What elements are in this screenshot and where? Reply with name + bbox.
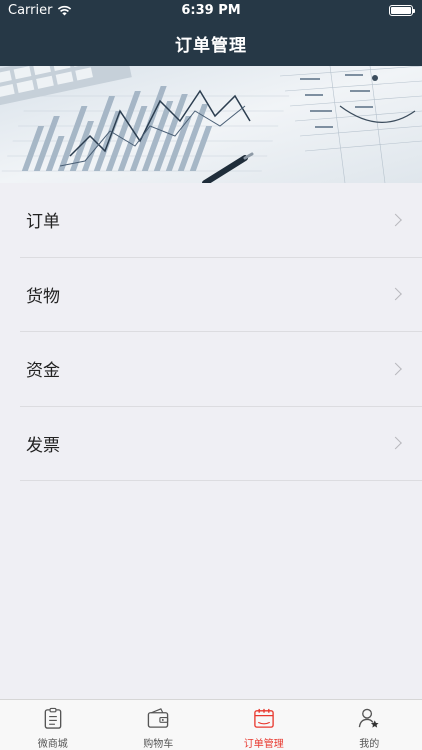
chevron-right-icon <box>389 287 402 301</box>
menu-item-orders[interactable]: 订单 <box>20 183 422 258</box>
chevron-right-icon <box>389 213 402 227</box>
wallet-icon <box>147 708 169 728</box>
tab-label: 微商城 <box>37 739 68 750</box>
menu-item-funds[interactable]: 资金 <box>20 332 422 407</box>
menu-item-label: 资金 <box>26 361 60 382</box>
calendar-icon <box>253 708 274 728</box>
clipboard-icon <box>44 707 62 729</box>
tab-bar: 微商城 购物车 订单管理 我的 <box>0 699 422 750</box>
menu-item-invoices[interactable]: 发票 <box>20 407 422 481</box>
menu-item-label: 订单 <box>26 212 60 233</box>
tab-micro-mall[interactable]: 微商城 <box>0 700 106 750</box>
tab-label: 购物车 <box>143 739 174 750</box>
tab-order-management[interactable]: 订单管理 <box>211 700 317 750</box>
tab-label: 我的 <box>359 739 380 750</box>
page-title: 订单管理 <box>175 36 247 56</box>
status-bar: Carrier 6:39 PM <box>0 0 422 22</box>
status-time: 6:39 PM <box>181 3 241 18</box>
chevron-right-icon <box>389 362 402 376</box>
banner-image <box>0 66 422 183</box>
chevron-right-icon <box>389 436 402 450</box>
menu-item-label: 发票 <box>26 435 60 456</box>
user-star-icon <box>359 708 379 728</box>
order-menu-list: 订单 货物 资金 发票 <box>0 183 422 481</box>
battery-icon <box>389 5 415 16</box>
financial-chart-illustration <box>0 66 422 183</box>
menu-item-goods[interactable]: 货物 <box>20 258 422 332</box>
menu-item-label: 货物 <box>26 286 60 307</box>
tab-mine[interactable]: 我的 <box>317 700 422 750</box>
app-header: Carrier 6:39 PM 订单管理 <box>0 0 422 66</box>
tab-cart[interactable]: 购物车 <box>106 700 212 750</box>
tab-label: 订单管理 <box>243 739 284 750</box>
